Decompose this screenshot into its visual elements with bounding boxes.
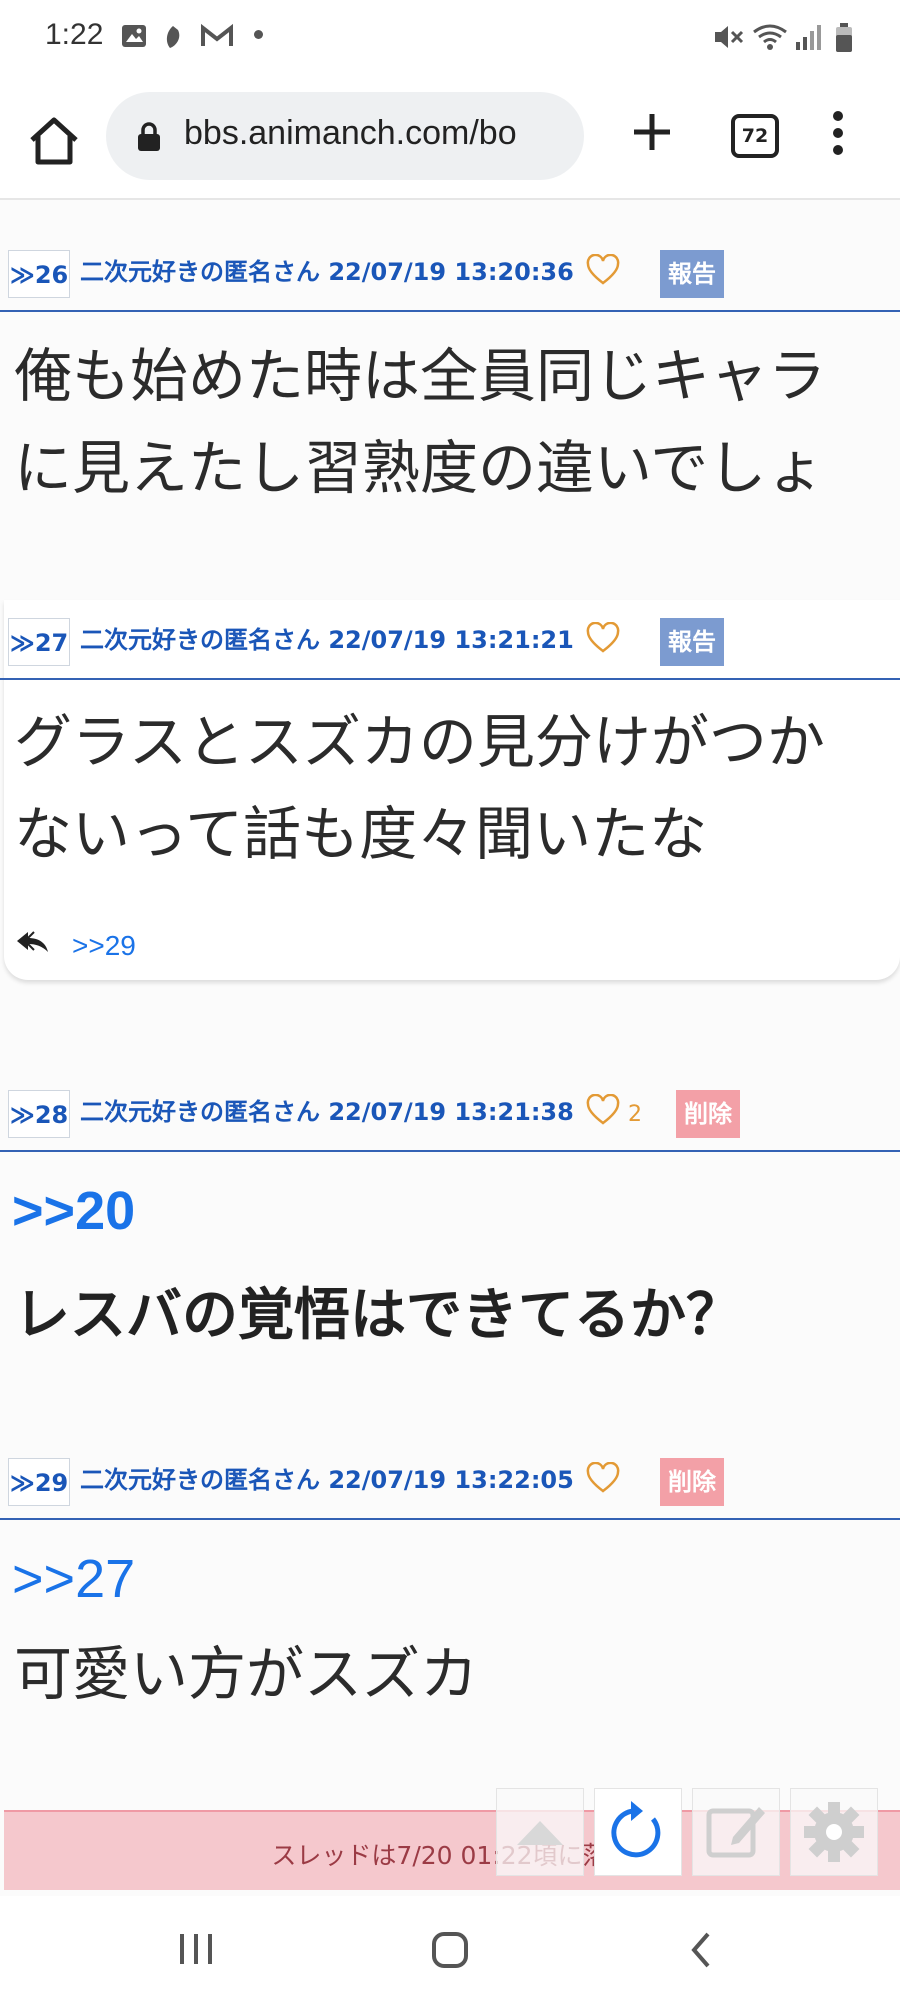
reload-button[interactable] <box>594 1788 682 1876</box>
post-text-line: 俺も始めた時は全員同じキャラ <box>14 342 827 410</box>
scroll-top-button[interactable] <box>496 1788 584 1876</box>
home-icon[interactable] <box>26 114 82 170</box>
status-time: 1:22 <box>45 18 104 51</box>
post-divider <box>0 678 900 680</box>
delete-button[interactable]: 削除 <box>660 1458 724 1506</box>
delete-button[interactable]: 削除 <box>676 1090 740 1138</box>
reply-link[interactable]: >>29 <box>72 930 136 962</box>
signal-icon <box>796 25 821 50</box>
gallery-notification-icon <box>122 25 146 47</box>
lock-icon <box>138 122 160 151</box>
post-divider <box>0 1518 900 1520</box>
app-notification-icon <box>166 26 180 48</box>
address-bar[interactable]: bbs.animanch.com/bo <box>106 92 584 180</box>
report-button[interactable]: 報告 <box>660 250 724 298</box>
post-text-line: グラスとスズカの見分けがつか <box>14 708 825 776</box>
gear-icon <box>804 1802 864 1862</box>
post-author-date: 二次元好きの匿名さん 22/07/19 13:22:05 <box>80 1466 574 1494</box>
back-icon[interactable] <box>686 1930 716 1970</box>
edit-icon <box>706 1807 765 1858</box>
heart-icon[interactable] <box>586 622 620 654</box>
anchor-link[interactable]: >>27 <box>12 1548 135 1610</box>
wifi-icon <box>753 24 787 50</box>
post-text-line: ないって話も度々聞いたな <box>14 800 708 868</box>
post-number[interactable]: ≫26 <box>8 250 70 298</box>
more-notifications-dot <box>254 30 263 39</box>
reply-icon <box>17 931 48 952</box>
post-author-date: 二次元好きの匿名さん 22/07/19 13:20:36 <box>80 258 574 286</box>
post-author-date: 二次元好きの匿名さん 22/07/19 13:21:21 <box>80 626 574 654</box>
url-text: bbs.animanch.com/bo <box>184 114 517 152</box>
recent-apps-icon[interactable] <box>176 1930 216 1968</box>
new-tab-icon[interactable] <box>628 108 676 156</box>
system-nav-bar <box>0 1896 900 2000</box>
settings-button[interactable] <box>790 1788 878 1876</box>
battery-icon <box>836 23 852 52</box>
heart-icon[interactable] <box>586 254 620 286</box>
heart-icon[interactable] <box>586 1462 620 1494</box>
heart-icon[interactable] <box>586 1094 620 1126</box>
refresh-icon <box>611 1801 661 1858</box>
overflow-menu-icon[interactable] <box>826 108 850 158</box>
gmail-notification-icon <box>201 23 233 46</box>
post-author-date: 二次元好きの匿名さん 22/07/19 13:21:38 <box>80 1098 574 1126</box>
post-divider <box>0 310 900 312</box>
browser-toolbar: bbs.animanch.com/bo 72 <box>0 78 900 200</box>
like-count: 2 <box>628 1102 642 1127</box>
arrow-up-icon <box>517 1821 563 1845</box>
mute-icon <box>715 26 744 48</box>
post-number[interactable]: ≫29 <box>8 1458 70 1506</box>
compose-button[interactable] <box>692 1788 780 1876</box>
anchor-link[interactable]: >>20 <box>12 1180 135 1242</box>
post-text-line: 可愛い方がスズカ <box>14 1640 479 1708</box>
report-button[interactable]: 報告 <box>660 618 724 666</box>
home-nav-icon[interactable] <box>430 1930 470 1970</box>
post-text-line: に見えたし習熟度の違いでしょ <box>14 434 825 502</box>
post-divider <box>0 1150 900 1152</box>
post-number[interactable]: ≫27 <box>8 618 70 666</box>
post-number[interactable]: ≫28 <box>8 1090 70 1138</box>
post-text-bold: レスバの覚悟はできてるか？ <box>14 1283 742 1348</box>
status-bar: 1:22 <box>0 0 900 78</box>
tab-switcher-button[interactable]: 72 <box>731 114 779 158</box>
